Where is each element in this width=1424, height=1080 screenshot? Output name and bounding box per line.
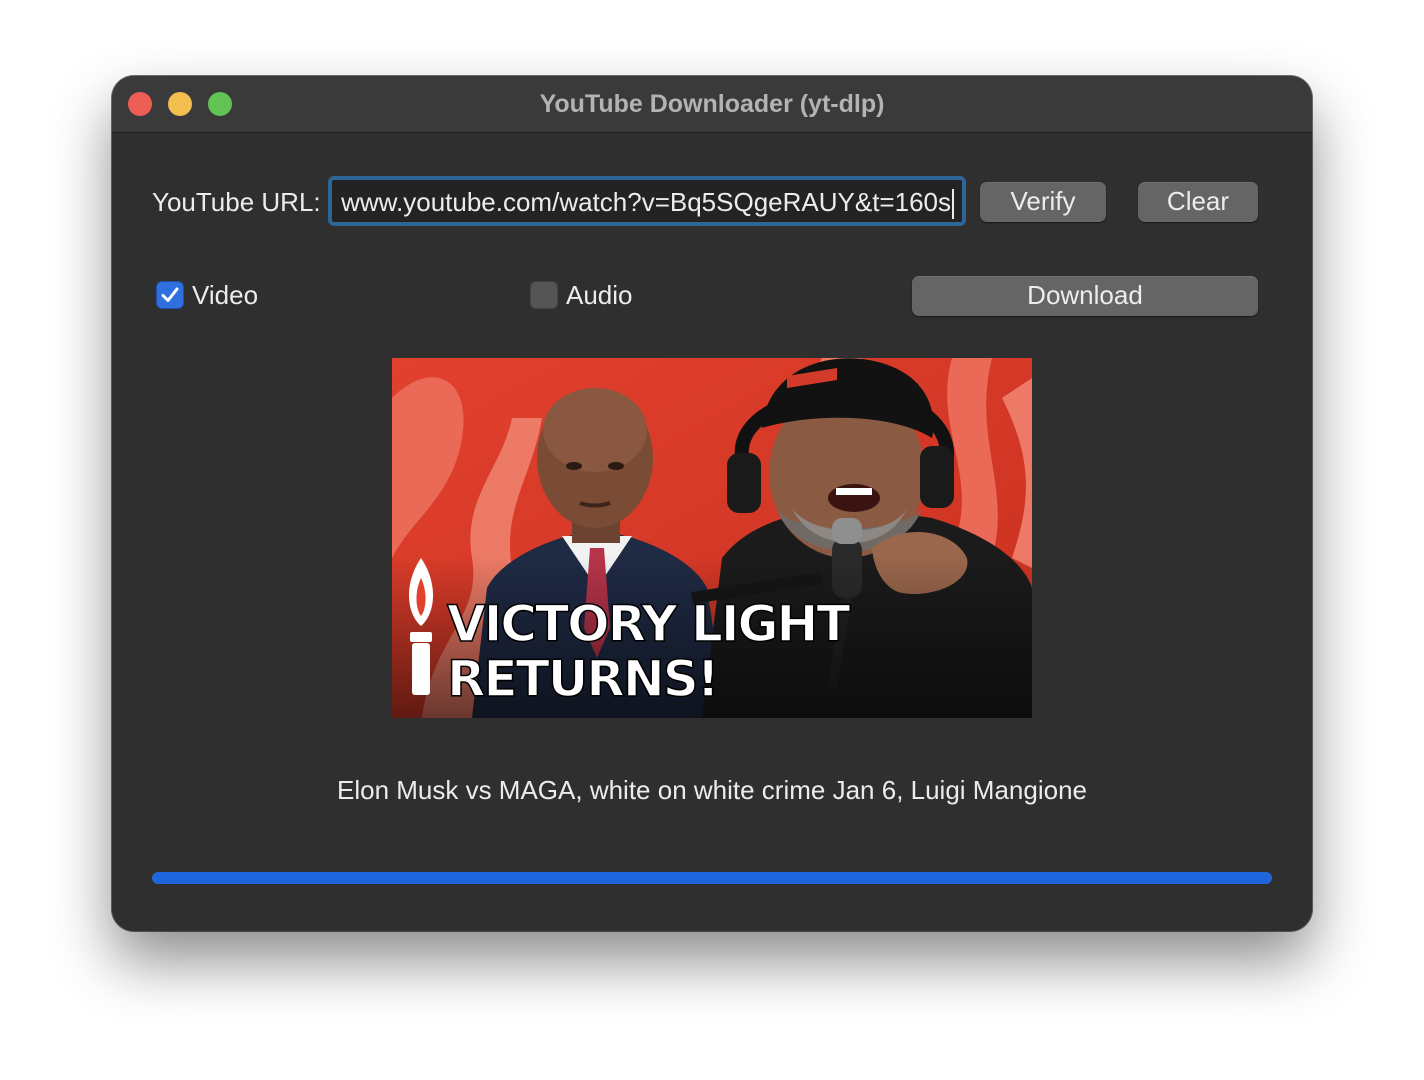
thumbnail-image: VICTORY LIGHT RETURNS!: [392, 358, 1032, 718]
video-title: Elon Musk vs MAGA, white on white crime …: [336, 775, 1087, 805]
video-checkbox[interactable]: [156, 281, 184, 309]
thumbnail-headline-2: RETURNS!: [447, 650, 718, 708]
text-cursor: [952, 189, 954, 220]
video-option[interactable]: Video: [156, 278, 258, 312]
audio-label: Audio: [566, 280, 633, 310]
url-label: YouTube URL:: [152, 187, 321, 217]
url-input[interactable]: www.youtube.com/watch?v=Bq5SQgeRAUY&t=16…: [328, 176, 966, 226]
main-content: YouTube URL: www.youtube.com/watch?v=Bq5…: [112, 133, 1312, 931]
video-thumbnail: VICTORY LIGHT RETURNS!: [392, 358, 1032, 718]
download-progress-bar: [152, 872, 1272, 884]
url-input-value: www.youtube.com/watch?v=Bq5SQgeRAUY&t=16…: [341, 185, 954, 220]
audio-checkbox[interactable]: [530, 281, 558, 309]
clear-button[interactable]: Clear: [1138, 182, 1258, 222]
checkmark-icon: [161, 287, 179, 302]
download-button[interactable]: Download: [912, 276, 1258, 316]
app-window: YouTube Downloader (yt-dlp) YouTube URL:…: [112, 76, 1312, 931]
audio-option[interactable]: Audio: [530, 278, 633, 312]
title-bar[interactable]: YouTube Downloader (yt-dlp): [112, 76, 1312, 133]
thumbnail-headline-1: VICTORY LIGHT: [447, 595, 850, 653]
download-progress-fill: [152, 872, 1272, 884]
window-title: YouTube Downloader (yt-dlp): [539, 90, 885, 118]
video-label: Video: [192, 280, 259, 310]
verify-button[interactable]: Verify: [980, 182, 1106, 222]
